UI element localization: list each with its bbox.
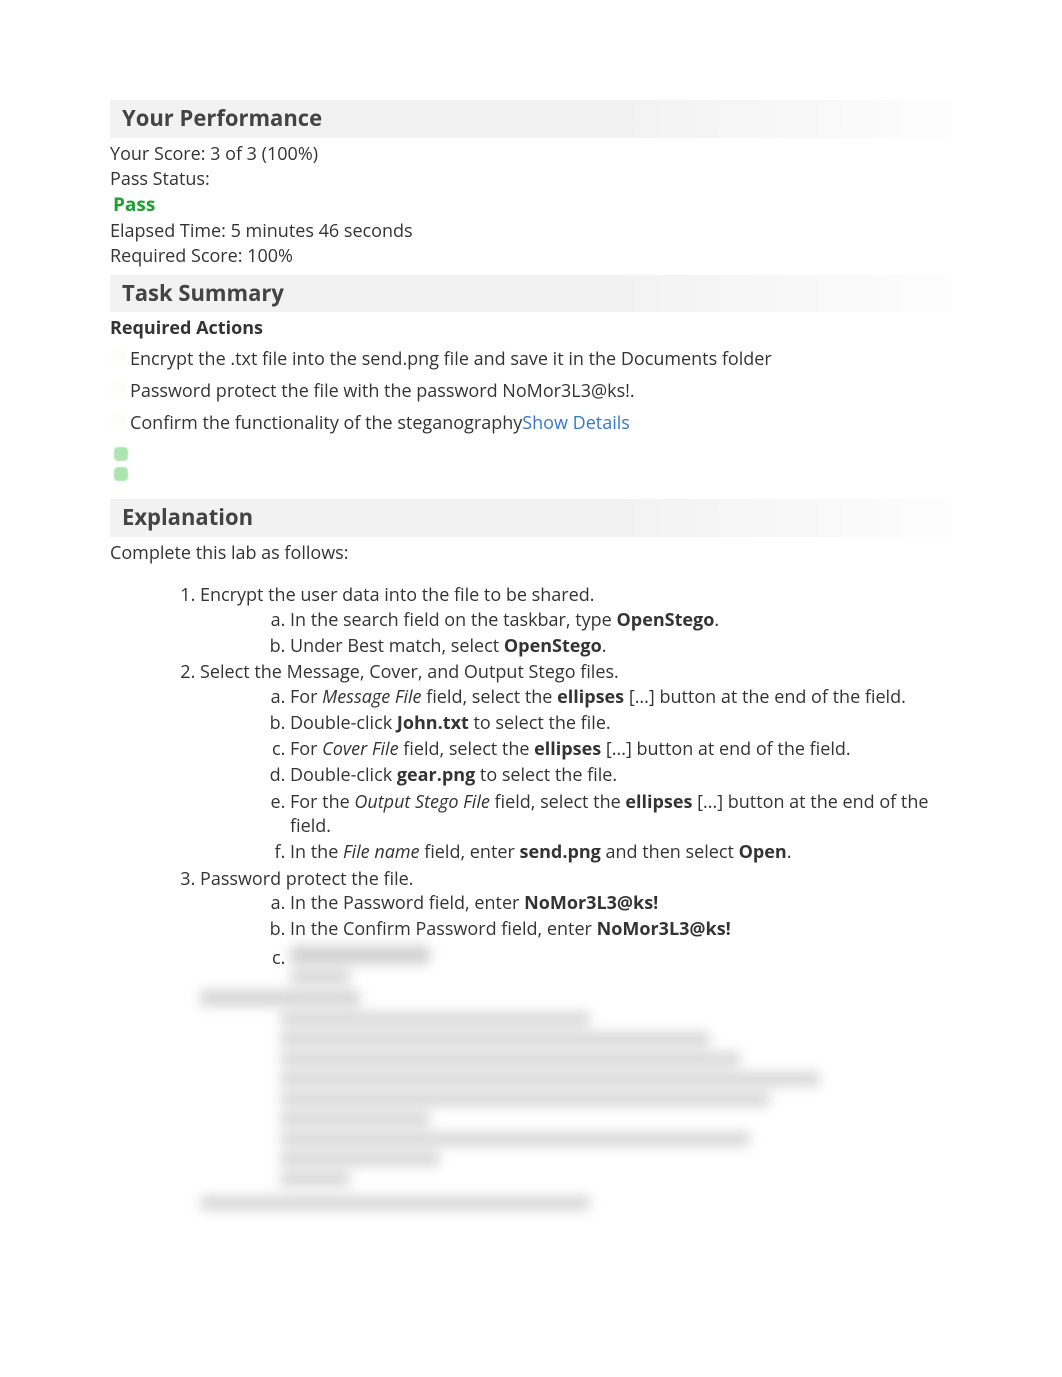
pass-status-label: Pass Status: xyxy=(110,167,952,191)
required-actions-label: Required Actions xyxy=(110,316,952,340)
step-2c: For Cover File field, select the ellipse… xyxy=(290,737,952,761)
step-text: Select the Message, Cover, and Output St… xyxy=(200,660,619,684)
accent-dot xyxy=(114,447,128,461)
step-3: Password protect the file. In the Passwo… xyxy=(200,867,952,984)
required-score: Required Score: 100% xyxy=(110,244,952,268)
step-3b: In the Confirm Password field, enter NoM… xyxy=(290,917,952,941)
pass-status-value: Pass xyxy=(110,192,952,218)
step-2-sub: For Message File field, select the ellip… xyxy=(200,685,952,865)
step-2: Select the Message, Cover, and Output St… xyxy=(200,660,952,864)
step-3a: In the Password field, enter NoMor3L3@ks… xyxy=(290,891,952,915)
step-2e: For the Output Stego File field, select … xyxy=(290,790,952,839)
step-3c xyxy=(290,946,952,984)
step-text: Encrypt the user data into the file to b… xyxy=(200,583,594,607)
blurred-content-tail xyxy=(110,990,952,1210)
step-3-sub: In the Password field, enter NoMor3L3@ks… xyxy=(200,891,952,984)
explanation-intro: Complete this lab as follows: xyxy=(110,541,952,565)
step-text: Password protect the file. xyxy=(200,867,413,891)
show-details-link[interactable]: Show Details xyxy=(522,411,630,435)
decorative-accents xyxy=(114,447,952,481)
step-2b: Double-click John.txt to select the file… xyxy=(290,711,952,735)
score-line: Your Score: 3 of 3 (100%) xyxy=(110,142,952,166)
required-actions-list: Encrypt the .txt file into the send.png … xyxy=(110,343,952,440)
blurred-content xyxy=(290,946,952,984)
action-item: Confirm the functionality of the stegano… xyxy=(110,407,952,439)
accent-dot xyxy=(114,467,128,481)
performance-header: Your Performance xyxy=(110,100,952,138)
task-summary-header: Task Summary xyxy=(110,275,952,313)
explanation-header: Explanation xyxy=(110,499,952,537)
step-2a: For Message File field, select the ellip… xyxy=(290,685,952,709)
explanation-steps: Encrypt the user data into the file to b… xyxy=(110,583,952,983)
action-item: Password protect the file with the passw… xyxy=(110,375,952,407)
step-1-sub: In the search field on the taskbar, type… xyxy=(200,608,952,659)
step-2f: In the File name field, enter send.png a… xyxy=(290,840,952,864)
step-1a: In the search field on the taskbar, type… xyxy=(290,608,952,632)
step-1: Encrypt the user data into the file to b… xyxy=(200,583,952,658)
action-item-text: Confirm the functionality of the stegano… xyxy=(130,411,522,435)
step-1b: Under Best match, select OpenStego. xyxy=(290,634,952,658)
step-2d: Double-click gear.png to select the file… xyxy=(290,763,952,787)
action-item: Encrypt the .txt file into the send.png … xyxy=(110,343,952,375)
elapsed-time: Elapsed Time: 5 minutes 46 seconds xyxy=(110,219,952,243)
